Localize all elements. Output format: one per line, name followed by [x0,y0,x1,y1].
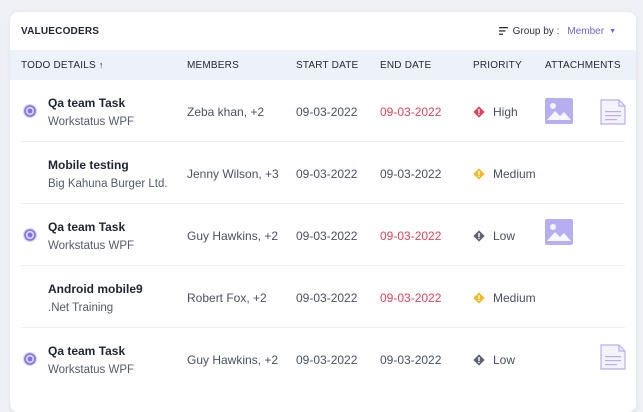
priority-cell: Low [473,229,515,243]
project-name: Workstatus WPF [48,116,135,128]
table-row[interactable]: Mobile testing Big Kahuna Burger Ltd. Jenn… [21,142,625,204]
start-date-cell: 09-03-2022 [296,167,358,181]
project-name: Workstatus WPF [48,240,135,252]
start-date-cell: 09-03-2022 [296,105,358,119]
priority-label: Medium [493,167,536,181]
org-name: VALUECODERS [21,25,100,37]
column-todo-label: TODO DETAILS [21,59,96,71]
priority-cell: Medium [473,291,536,305]
column-attachments[interactable]: ATTACHMENTS [545,60,621,71]
image-icon[interactable] [545,98,573,124]
priority-high-icon [473,106,485,118]
task-title[interactable]: Android mobile9 [48,282,143,296]
table-row[interactable]: Qa team Task Workstatus WPF Guy Hawkins, +… [21,204,625,266]
priority-label: Low [493,229,516,243]
column-members[interactable]: MEMBERS [187,60,239,71]
image-icon[interactable] [545,219,573,245]
status-ring-icon[interactable] [22,351,38,367]
priority-cell: Low [473,353,515,367]
table-row[interactable]: Android mobile9 .Net Training Robert Fox, … [21,266,625,328]
end-date-cell: 09-03-2022 [380,229,442,243]
task-title[interactable]: Qa team Task [48,220,125,234]
column-priority[interactable]: PRIORITY [473,60,522,71]
start-date-cell: 09-03-2022 [296,229,358,243]
priority-label: Low [493,353,516,367]
members-cell[interactable]: Guy Hawkins, +2 [187,229,278,243]
column-start-date[interactable]: START DATE [296,60,358,71]
members-cell[interactable]: Jenny Wilson, +3 [187,167,279,181]
priority-low-icon [473,230,485,242]
end-date-cell: 09-03-2022 [380,167,442,181]
members-cell[interactable]: Robert Fox, +2 [187,291,267,305]
priority-cell: Medium [473,167,536,181]
priority-low-icon [473,354,485,366]
group-by-value[interactable]: Member [567,26,604,37]
todo-card: VALUECODERS Group by : Member ▼ TODO DET… [10,12,636,412]
column-end-date[interactable]: END DATE [380,60,431,71]
task-title[interactable]: Qa team Task [48,344,125,358]
start-date-cell: 09-03-2022 [296,291,358,305]
table-header: TODO DETAILS ↑ MEMBERS START DATE END DAT… [10,50,636,80]
end-date-cell: 09-03-2022 [380,291,442,305]
column-todo-details[interactable]: TODO DETAILS ↑ [21,60,104,71]
end-date-cell: 09-03-2022 [380,353,442,367]
project-name: Big Kahuna Burger Ltd. [48,178,168,190]
card-header: VALUECODERS Group by : Member ▼ [10,12,636,50]
project-name: .Net Training [48,302,114,314]
members-cell[interactable]: Zeba khan, +2 [187,105,264,119]
start-date-cell: 09-03-2022 [296,353,358,367]
task-title[interactable]: Mobile testing [48,158,129,172]
members-cell[interactable]: Guy Hawkins, +2 [187,353,278,367]
table-row[interactable]: Qa team Task Workstatus WPF Zeba khan, +2 0… [21,80,627,142]
group-by-label: Group by : [512,25,560,37]
end-date-cell: 09-03-2022 [380,105,442,119]
status-ring-icon[interactable] [22,227,38,243]
document-icon[interactable] [599,98,627,126]
task-title[interactable]: Qa team Task [48,96,125,110]
priority-label: Medium [493,291,536,305]
priority-label: High [493,105,518,119]
filter-lines-icon [498,27,508,35]
priority-cell: High [473,105,518,119]
document-icon[interactable] [599,343,627,371]
sort-asc-icon[interactable]: ↑ [99,60,104,70]
table-row[interactable]: Qa team Task Workstatus WPF Guy Hawkins, +… [21,328,627,390]
status-ring-icon[interactable] [22,103,38,119]
priority-medium-icon [473,292,485,304]
todo-list: Qa team Task Workstatus WPF Zeba khan, +2 0… [10,80,636,390]
group-by-dropdown[interactable]: Group by : Member ▼ [498,25,616,37]
priority-medium-icon [473,168,485,180]
caret-down-icon: ▼ [609,27,616,35]
project-name: Workstatus WPF [48,364,135,376]
